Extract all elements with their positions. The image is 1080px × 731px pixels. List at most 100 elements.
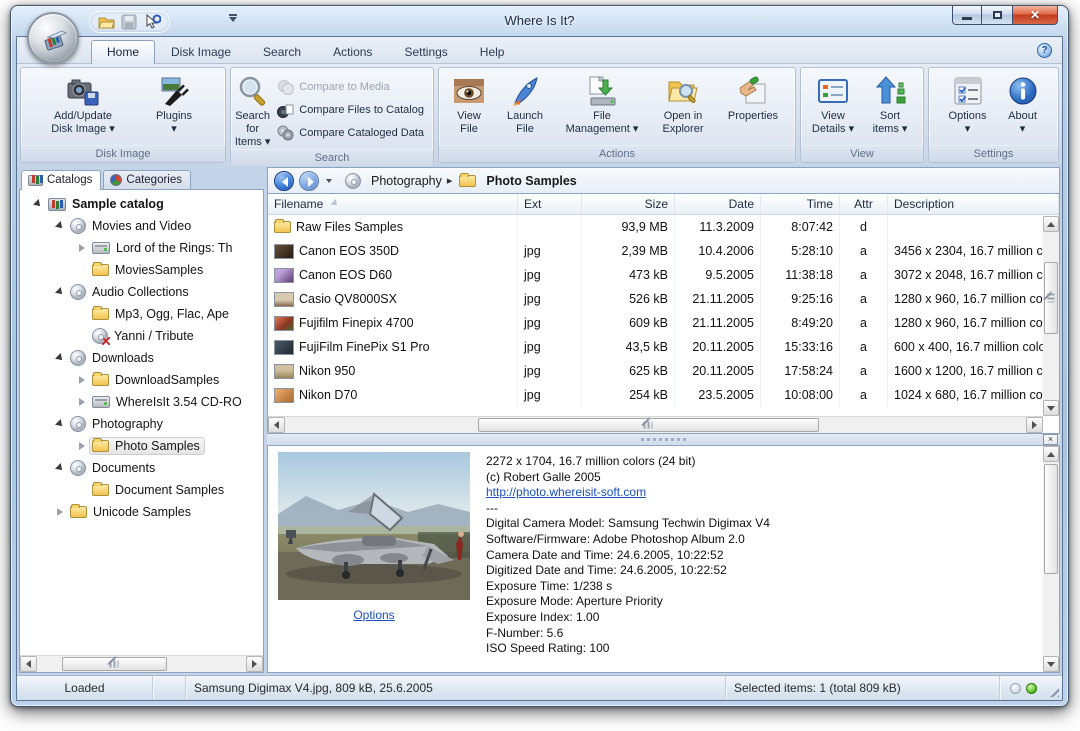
open-catalog-icon[interactable] [98,14,115,30]
maximize-button[interactable] [982,6,1012,25]
scroll-left-button[interactable] [268,417,285,433]
expander-icon[interactable] [74,376,89,384]
scroll-up-button[interactable] [1043,216,1059,232]
expander-icon[interactable] [52,355,67,361]
tab-search[interactable]: Search [247,40,317,64]
properties-button[interactable]: Properties [716,70,790,145]
tree-item-moviessamples[interactable]: MoviesSamples [20,259,263,281]
search-for-items-button[interactable]: Search for Items ▾ [234,70,271,149]
breadcrumb-photo-samples[interactable]: Photo Samples [486,174,576,188]
qat-customize-arrow[interactable] [229,17,237,22]
tab-catalogs[interactable]: Catalogs [21,170,101,190]
tree-item-documents[interactable]: Documents [20,457,263,479]
file-row-nikon-d70[interactable]: Nikon D70 jpg254 kB 23.5.200510:08:00 a1… [268,383,1059,407]
help-icon[interactable]: ? [1037,43,1052,58]
tree-item-photography[interactable]: Photography [20,413,263,435]
close-button[interactable]: ✕ [1012,6,1058,25]
tree-item-photo-samples[interactable]: Photo Samples [20,435,263,457]
plugins-button[interactable]: Plugins ▾ [142,70,206,145]
tree-item-sample-catalog[interactable]: Sample catalog [20,193,263,215]
preview-website-link[interactable]: http://photo.whereisit-soft.com [486,485,1039,501]
application-orb-button[interactable] [27,12,79,64]
file-list-horizontal-scrollbar[interactable] [268,416,1043,433]
scrollbar-thumb[interactable] [1044,464,1058,574]
compare-cataloged-data-button[interactable]: Compare Cataloged Data [273,122,430,143]
column-date[interactable]: Date [675,194,761,214]
tree-horizontal-scrollbar[interactable] [20,655,263,672]
file-row-raw-files-samples[interactable]: Raw Files Samples 93,9 MB 11.3.20098:07:… [268,215,1059,239]
close-preview-button[interactable]: × [1043,434,1058,445]
open-in-explorer-button[interactable]: Open in Explorer [650,70,716,145]
tree-item-yanni-tribute[interactable]: Yanni / Tribute [20,325,263,347]
breadcrumb-photography[interactable]: Photography [371,174,442,188]
preview-options-link[interactable]: Options [353,608,394,622]
file-row-nikon-950[interactable]: Nikon 950 jpg625 kB 20.11.200517:58:24 a… [268,359,1059,383]
scrollbar-thumb[interactable] [62,657,167,671]
tree-item-downloads[interactable]: Downloads [20,347,263,369]
file-list-vertical-scrollbar[interactable] [1043,216,1059,416]
expander-icon[interactable] [74,442,89,450]
splitter-grip[interactable] [641,438,687,441]
expander-icon[interactable] [52,421,67,427]
tree-item-lord-of-the-rings[interactable]: Lord of the Rings: Th [20,237,263,259]
file-row-canon-eos-350d[interactable]: Canon EOS 350D jpg2,39 MB 10.4.20065:28:… [268,239,1059,263]
back-button[interactable] [274,171,294,191]
tab-disk-image[interactable]: Disk Image [155,40,247,64]
tree-item-document-samples[interactable]: Document Samples [20,479,263,501]
tree-item-audio-collections[interactable]: Audio Collections [20,281,263,303]
resize-grip[interactable] [1046,676,1062,700]
history-dropdown-icon[interactable] [326,179,332,183]
expander-icon[interactable] [74,398,89,406]
compare-to-media-button[interactable]: Compare to Media [273,76,430,97]
preview-vertical-scrollbar[interactable] [1043,446,1059,672]
file-row-fujifilm-finepix-s1-pro[interactable]: FujiFilm FinePix S1 Pro jpg43,5 kB 20.11… [268,335,1059,359]
scroll-down-button[interactable] [1043,400,1059,416]
expander-icon[interactable] [74,244,89,252]
tab-actions[interactable]: Actions [317,40,388,64]
expander-icon[interactable] [52,465,67,471]
scroll-down-button[interactable] [1043,656,1059,672]
tab-help[interactable]: Help [464,40,521,64]
help-pointer-icon[interactable] [144,14,161,30]
options-button[interactable]: Options ▾ [939,70,997,145]
file-row-fujifilm-finepix-4700[interactable]: Fujifilm Finepix 4700 jpg609 kB 21.11.20… [268,311,1059,335]
scrollbar-thumb[interactable] [1044,262,1058,334]
tree-item-downloadsamples[interactable]: DownloadSamples [20,369,263,391]
column-description[interactable]: Description [888,194,1059,214]
column-filename[interactable]: Filename [268,194,518,214]
view-file-button[interactable]: View File [442,70,496,145]
tab-categories[interactable]: Categories [103,170,191,190]
tab-settings[interactable]: Settings [388,40,463,64]
tree-item-movies-and-video[interactable]: Movies and Video [20,215,263,237]
file-management-button[interactable]: File Management ▾ [554,70,650,145]
scrollbar-thumb[interactable] [478,418,819,432]
file-row-canon-eos-d60[interactable]: Canon EOS D60 jpg473 kB 9.5.200511:38:18… [268,263,1059,287]
tab-home[interactable]: Home [91,40,155,64]
about-button[interactable]: About ▾ [997,70,1049,145]
minimize-button[interactable] [952,6,982,25]
column-ext[interactable]: Ext [518,194,582,214]
column-size[interactable]: Size [582,194,675,214]
add-update-disk-image-button[interactable]: Add/Update Disk Image ▾ [24,70,142,145]
expander-icon[interactable] [52,223,67,229]
column-time[interactable]: Time [761,194,840,214]
launch-file-button[interactable]: Launch File [496,70,554,145]
expander-icon[interactable] [52,289,67,295]
scroll-right-button[interactable] [1026,417,1043,433]
scroll-left-button[interactable] [20,656,37,672]
save-icon[interactable] [121,14,138,30]
view-details-button[interactable]: View Details ▾ [804,70,862,145]
scroll-up-button[interactable] [1043,446,1059,462]
expander-icon[interactable] [30,201,45,207]
column-attr[interactable]: Attr [840,194,888,214]
compare-files-to-catalog-button[interactable]: Compare Files to Catalog [273,99,430,120]
file-row-casio-qv8000sx[interactable]: Casio QV8000SX jpg526 kB 21.11.20059:25:… [268,287,1059,311]
tree-item-unicode-samples[interactable]: Unicode Samples [20,501,263,523]
tree-item-whereisit-cdrom[interactable]: WhereIsIt 3.54 CD-RO [20,391,263,413]
tree-item-mp3-ogg-flac-ape[interactable]: Mp3, Ogg, Flac, Ape [20,303,263,325]
preview-splitter[interactable]: × [267,434,1060,445]
expander-icon[interactable] [52,508,67,516]
photo-preview-jet[interactable] [278,452,470,600]
scroll-right-button[interactable] [246,656,263,672]
sort-items-button[interactable]: Sort items ▾ [862,70,918,145]
